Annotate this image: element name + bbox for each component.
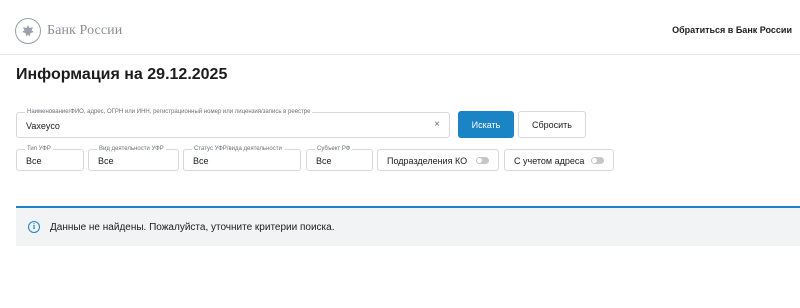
toggle-label: Подразделения КО xyxy=(387,156,468,166)
toggle-switch[interactable] xyxy=(591,157,604,164)
filter-region[interactable]: Субъект РФ Все xyxy=(306,145,373,171)
contact-bank-link[interactable]: Обратиться в Банк России xyxy=(672,25,792,35)
reset-button[interactable]: Сбросить xyxy=(518,111,586,138)
notice-text: Данные не найдены. Пожалуйста, уточните … xyxy=(50,222,335,233)
filter-value: Все xyxy=(316,156,332,166)
filter-value: Все xyxy=(193,156,209,166)
filter-label: Тип УФР xyxy=(25,145,53,153)
filter-value: Все xyxy=(98,156,114,166)
clear-icon[interactable]: × xyxy=(434,119,440,131)
page-title: Информация на 29.12.2025 xyxy=(16,66,228,83)
filter-ufr-status[interactable]: Статус УФР/вида деятельности Все xyxy=(183,145,301,171)
logo[interactable]: Банк России xyxy=(15,18,122,44)
filter-ufr-activity[interactable]: Вид деятельности УФР Все xyxy=(88,145,179,171)
site-header: Банк России Обратиться в Банк России xyxy=(0,0,800,55)
no-results-notice: i Данные не найдены. Пожалуйста, уточнит… xyxy=(16,206,800,246)
toggle-with-address[interactable]: С учетом адреса xyxy=(504,149,614,171)
filter-label: Субъект РФ xyxy=(315,145,353,153)
search-input[interactable]: Наименование/ФИО, адрес, ОГРН или ИНН, р… xyxy=(16,108,450,138)
info-icon: i xyxy=(28,221,40,233)
eagle-emblem-icon xyxy=(15,18,41,44)
filter-value: Все xyxy=(26,156,42,166)
toggle-knob xyxy=(592,158,597,163)
search-button[interactable]: Искать xyxy=(458,111,514,138)
search-input-label: Наименование/ФИО, адрес, ОГРН или ИНН, р… xyxy=(25,108,313,116)
toggle-switch[interactable] xyxy=(476,157,489,164)
search-input-value[interactable]: Vaxeyco xyxy=(26,121,60,131)
filter-label: Вид деятельности УФР xyxy=(97,145,166,153)
toggle-label: С учетом адреса xyxy=(514,156,585,166)
toggle-credit-org-branches[interactable]: Подразделения КО xyxy=(377,149,499,171)
filter-ufr-type[interactable]: Тип УФР Все xyxy=(16,145,84,171)
toggle-knob xyxy=(477,158,482,163)
logo-text: Банк России xyxy=(47,23,123,38)
filter-label: Статус УФР/вида деятельности xyxy=(192,145,284,153)
